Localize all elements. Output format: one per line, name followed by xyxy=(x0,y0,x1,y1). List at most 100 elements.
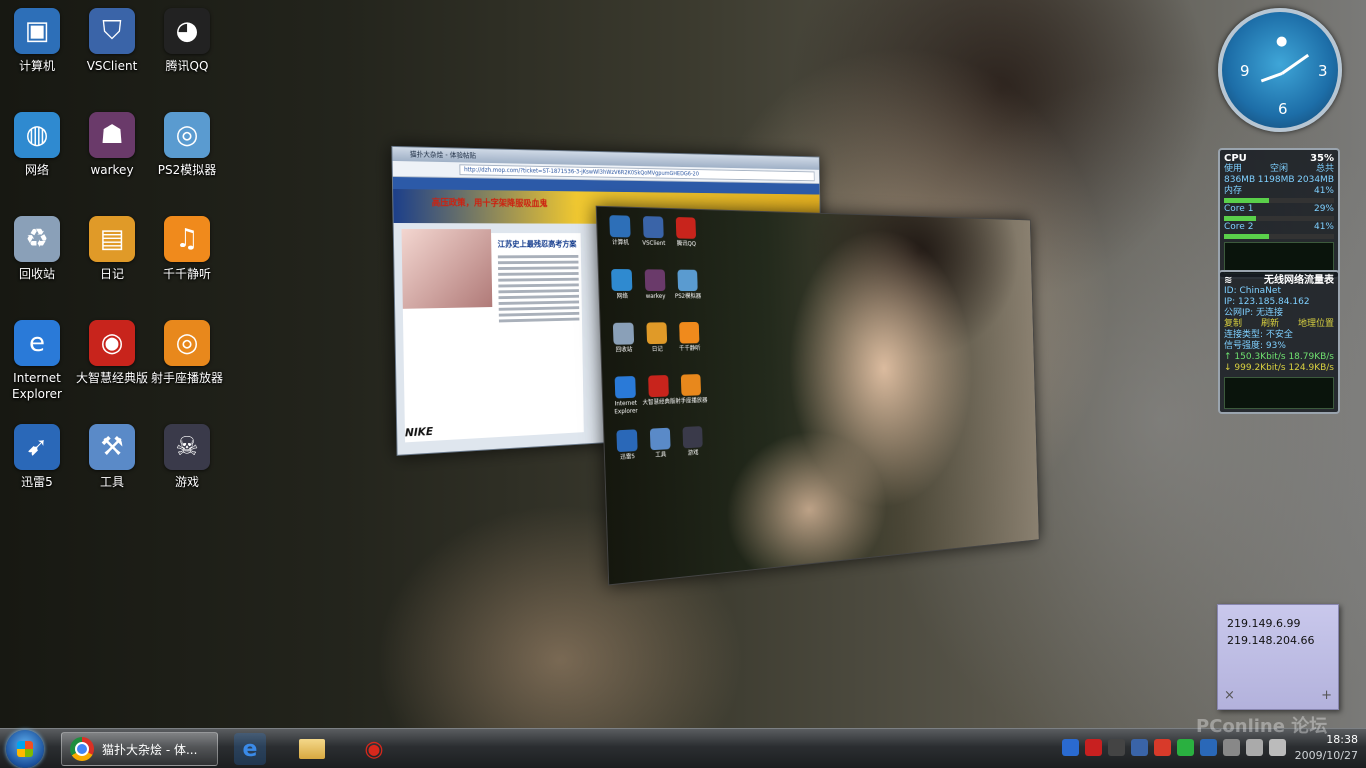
core1-bar-fill xyxy=(1224,216,1256,221)
splayer-icon: ◎ xyxy=(164,320,210,366)
desktop-icon-ps2-emulator[interactable]: ◎ PS2模拟器 xyxy=(150,112,224,178)
desktop-icon-splayer[interactable]: ◎ 射手座播放器 xyxy=(150,320,224,386)
preview-icon-glyph xyxy=(612,322,635,345)
desktop-icon-computer[interactable]: ▣ 计算机 xyxy=(0,8,74,74)
desktop-icon-internet-explorer[interactable]: e Internet Explorer xyxy=(0,320,74,402)
mem-free-label: 空闲 xyxy=(1269,164,1288,174)
desktop-icon-label: 日记 xyxy=(99,267,124,281)
desktop-icon-label: 回收站 xyxy=(18,267,55,281)
qq-penguin-icon: ◕ xyxy=(164,8,210,54)
preview-icon: 回收站 xyxy=(604,322,642,355)
arrow-tray-icon[interactable] xyxy=(1154,739,1171,756)
preview-icon: PS2模拟器 xyxy=(669,269,706,301)
note-close-icon[interactable]: × xyxy=(1224,687,1235,704)
thunder-tray-icon[interactable] xyxy=(1200,739,1217,756)
network-meter-gadget[interactable]: ≋ 无线网络流量表 ID: ChinaNet IP: 123.185.84.162… xyxy=(1218,270,1340,414)
desktop-icon-warkey[interactable]: ☗ warkey xyxy=(75,112,149,178)
tools-icon: ⚒ xyxy=(89,424,135,470)
desktop-icon-game[interactable]: ☠ 游戏 xyxy=(150,424,224,490)
preview-icon: Internet Explorer xyxy=(606,375,645,417)
preview-icon: 网络 xyxy=(603,269,642,301)
taskbar-date: 2009/10/27 xyxy=(1294,749,1358,762)
preview-icon: 腾讯QQ xyxy=(668,217,705,249)
core1-percent: 29% xyxy=(1313,204,1334,214)
preview-icon-label: PS2模拟器 xyxy=(674,292,702,300)
network-public-ip: 公网IP: 无连接 xyxy=(1224,308,1283,318)
note-add-icon[interactable]: + xyxy=(1321,687,1332,704)
desktop-icon-tools[interactable]: ⚒ 工具 xyxy=(75,424,149,490)
preview-icon-label: 腾讯QQ xyxy=(676,240,697,248)
desktop-icon-label: warkey xyxy=(90,163,134,177)
diary-icon: ▤ xyxy=(89,216,135,262)
mem-total-label: 总共 xyxy=(1315,164,1334,174)
article-headline[interactable]: 江苏史上最残忍高考方案 xyxy=(498,239,577,250)
telecom-icon[interactable] xyxy=(1062,739,1079,756)
preview-icon-label: 工具 xyxy=(655,451,667,459)
dazhihui-icon: ◉ xyxy=(364,736,384,762)
chrome-icon xyxy=(70,737,94,761)
warkey-icon: ☗ xyxy=(89,112,135,158)
desktop-icon-diary[interactable]: ▤ 日记 xyxy=(75,216,149,282)
preview-icon: 射手座播放器 xyxy=(673,374,710,406)
desktop-preview-flip3d[interactable]: 计算机 VSClient 腾讯QQ 网络 warkey PS2模拟器 回收站 日记 千千静听 In… xyxy=(595,205,1040,586)
core2-bar xyxy=(1224,234,1334,239)
note-line-2[interactable]: 219.148.204.66 xyxy=(1227,632,1329,649)
green-tray-icon[interactable] xyxy=(1177,739,1194,756)
refresh-link[interactable]: 刷新 xyxy=(1261,319,1279,330)
preview-icon-label: 计算机 xyxy=(611,239,630,247)
desktop-icon-ttplayer[interactable]: ♫ 千千静听 xyxy=(150,216,224,282)
taskbar-pin-ie[interactable]: e xyxy=(234,733,266,765)
preview-icon-label: 迅雷5 xyxy=(620,453,636,461)
core1-label: Core 1 xyxy=(1224,204,1254,214)
desktop-icon-label: Internet Explorer xyxy=(12,371,62,401)
preview-icon-label: warkey xyxy=(645,292,666,300)
preview-icon-glyph xyxy=(616,429,638,453)
cpu-percent: 35% xyxy=(1310,153,1334,164)
taskbar-pin-explorer[interactable] xyxy=(296,733,328,765)
desktop-icon-vsclient-shield[interactable]: ⛉ VSClient xyxy=(75,8,149,74)
clock-number-3: 3 xyxy=(1318,62,1328,80)
antivirus-icon[interactable] xyxy=(1085,739,1102,756)
preview-icon-glyph xyxy=(609,215,631,238)
volume-icon[interactable] xyxy=(1269,739,1286,756)
game-tray-icon[interactable] xyxy=(1108,739,1125,756)
desktop-icon-label: 游戏 xyxy=(174,475,199,489)
taskbar-item-browser[interactable]: 猫扑大杂烩 - 体... xyxy=(61,732,218,766)
desktop-icon-qq-penguin[interactable]: ◕ 腾讯QQ xyxy=(150,8,224,74)
network-signal-icon[interactable] xyxy=(1246,739,1263,756)
note-line-1[interactable]: 219.149.6.99 xyxy=(1227,615,1329,632)
core1-bar xyxy=(1224,216,1334,221)
preview-icon-label: 回收站 xyxy=(615,346,633,354)
clock-gadget[interactable]: 9 3 6 ● xyxy=(1218,8,1342,132)
network-title: 无线网络流量表 xyxy=(1264,275,1334,286)
article-photo[interactable] xyxy=(401,229,493,309)
banner-text: 高压政策，用十字架降服吸血鬼 xyxy=(431,198,548,210)
copy-tray-icon[interactable] xyxy=(1223,739,1240,756)
preview-icon-label: Internet Explorer xyxy=(614,399,638,416)
cpu-meter-gadget[interactable]: CPU 35% 使用 空闲 总共 836MB 1198MB 2034MB 内存 4… xyxy=(1218,148,1340,279)
taskbar-pin-dazhihui[interactable]: ◉ xyxy=(358,733,390,765)
copy-link[interactable]: 复制 xyxy=(1224,319,1242,330)
desktop-icon-thunder[interactable]: ➹ 迅雷5 xyxy=(0,424,74,490)
game-icon: ☠ xyxy=(164,424,210,470)
desktop-icon-label: 计算机 xyxy=(18,59,55,73)
start-button[interactable] xyxy=(6,730,44,768)
desktop-icon-label: PS2模拟器 xyxy=(157,163,217,177)
desktop-icon-network-globe[interactable]: ◍ 网络 xyxy=(0,112,74,178)
preview-icon-label: 网络 xyxy=(616,292,629,300)
clock-minute-hand xyxy=(1260,72,1283,83)
sticky-note[interactable]: 219.149.6.99 219.148.204.66 × + xyxy=(1217,604,1339,710)
preview-icon: 游戏 xyxy=(674,426,711,459)
desktop-icon-label: 腾讯QQ xyxy=(165,59,209,73)
network-ip: IP: 123.185.84.162 xyxy=(1224,297,1310,307)
clock-number-6: 6 xyxy=(1278,100,1288,118)
preview-icon-label: 日记 xyxy=(651,345,663,353)
system-tray xyxy=(1062,739,1286,756)
vsclient-tray-icon[interactable] xyxy=(1131,739,1148,756)
preview-icon: 大智慧经典版 xyxy=(640,375,677,408)
preview-icon-glyph xyxy=(648,375,669,398)
desktop-icon-recycle-bin[interactable]: ♻ 回收站 xyxy=(0,216,74,282)
geolocation-link[interactable]: 地理位置 xyxy=(1298,319,1334,330)
preview-icon-glyph xyxy=(611,269,633,291)
desktop-icon-dazhihui[interactable]: ◉ 大智慧经典版 xyxy=(75,320,149,386)
